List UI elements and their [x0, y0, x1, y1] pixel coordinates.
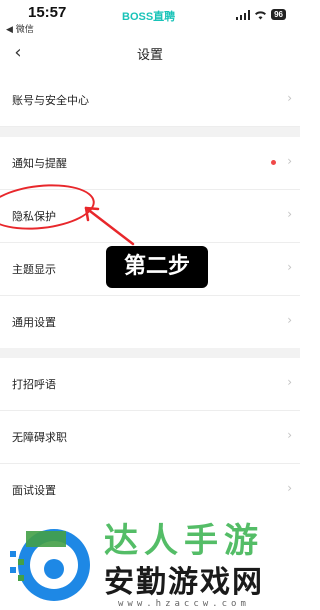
watermark: 达人手游 安勤游戏网 www.hzaccw.com	[0, 505, 300, 610]
section-divider	[0, 348, 300, 358]
settings-list: 账号与安全中心 › 通知与提醒 › 隐私保护 › 主题显示 › 通用设置 › 打…	[0, 74, 300, 516]
unread-dot-icon	[271, 160, 276, 165]
chevron-right-icon: ›	[287, 91, 292, 105]
nav-bar: ‹ 设置	[0, 34, 300, 74]
chevron-right-icon: ›	[287, 260, 292, 274]
section-divider	[0, 127, 300, 137]
chevron-right-icon: ›	[287, 154, 292, 168]
chevron-right-icon: ›	[287, 481, 292, 495]
chevron-right-icon: ›	[287, 428, 292, 442]
status-bar: 15:57 ◀ 微信 BOSS直聘 96	[0, 0, 300, 35]
chevron-right-icon: ›	[287, 207, 292, 221]
system-icons: 96	[236, 9, 286, 20]
settings-item-label: 打招呼语	[12, 378, 56, 391]
brand-label: BOSS直聘	[122, 11, 176, 23]
settings-item-accessibility[interactable]: 无障碍求职 ›	[0, 411, 300, 464]
watermark-main-text: 安勤游戏网	[104, 565, 264, 600]
wifi-icon	[255, 10, 267, 19]
settings-item-greeting[interactable]: 打招呼语 ›	[0, 358, 300, 411]
settings-item-label: 主题显示	[12, 263, 56, 276]
settings-item-label: 通知与提醒	[12, 157, 67, 170]
status-time: 15:57	[28, 4, 67, 21]
arrow-icon	[84, 206, 135, 246]
settings-item-label: 账号与安全中心	[12, 94, 89, 107]
page-title: 设置	[136, 48, 163, 63]
settings-item-label: 无障碍求职	[12, 431, 67, 444]
step-badge: 第二步	[106, 246, 208, 288]
chevron-right-icon: ›	[287, 313, 292, 327]
site-logo-icon	[10, 529, 90, 601]
settings-item-general[interactable]: 通用设置 ›	[0, 296, 300, 348]
watermark-top-text: 达人手游	[104, 521, 264, 561]
settings-item-account-security[interactable]: 账号与安全中心 ›	[0, 74, 300, 127]
settings-item-label: 通用设置	[12, 316, 56, 329]
settings-item-label: 面试设置	[12, 484, 56, 497]
watermark-url: www.hzaccw.com	[118, 599, 250, 609]
chevron-right-icon: ›	[287, 375, 292, 389]
battery-icon: 96	[271, 9, 286, 20]
settings-item-notifications[interactable]: 通知与提醒 ›	[0, 137, 300, 190]
signal-icon	[236, 9, 251, 20]
